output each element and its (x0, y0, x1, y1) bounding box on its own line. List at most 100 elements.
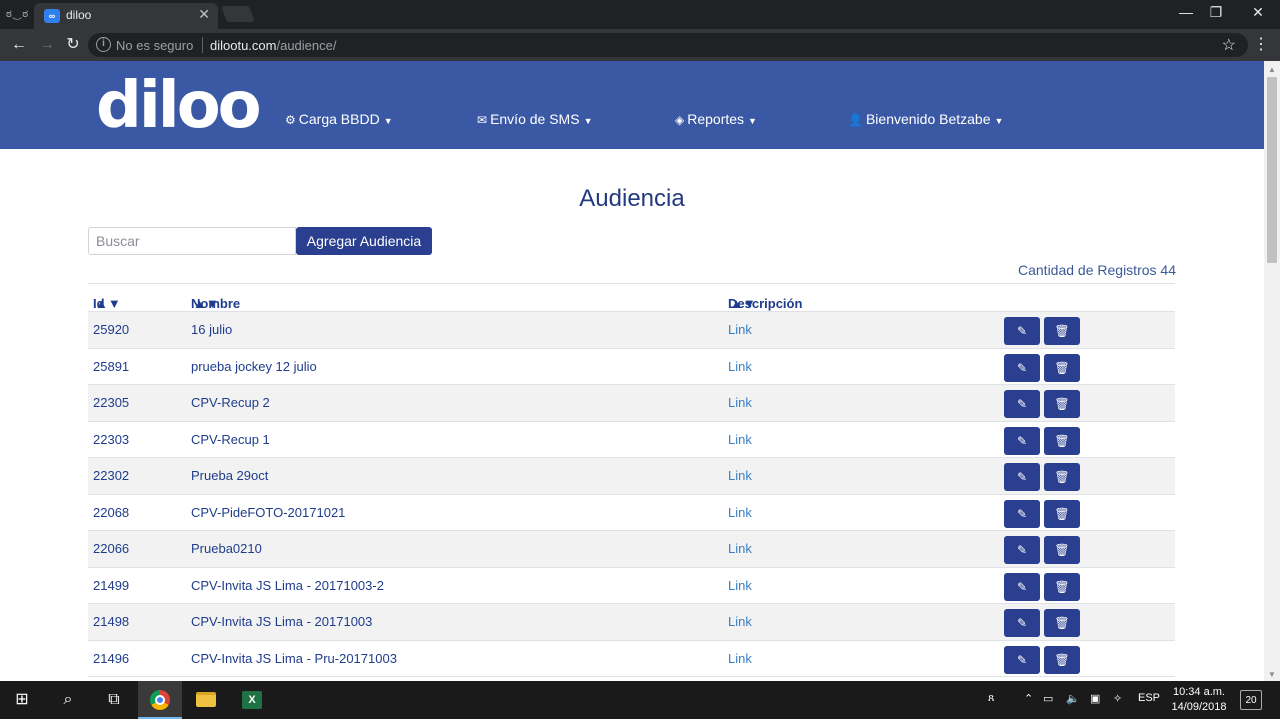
forward-icon[interactable]: → (36, 34, 58, 56)
cell-id: 22305 (93, 395, 130, 410)
notification-center-icon[interactable]: 20 (1240, 690, 1262, 710)
cell-description-link[interactable]: Link (728, 651, 752, 666)
table-row: 21498 CPV-Invita JS Lima - 20171003 Link ✎ 🗑 (88, 604, 1175, 641)
trash-icon[interactable]: 🗑 (1044, 572, 1080, 601)
task-view-icon[interactable]: ⧉ (92, 681, 136, 719)
table-row: 22066 Prueba0210 Link ✎ 🗑 (88, 531, 1175, 568)
cell-id: 22302 (93, 468, 130, 483)
scrollbar-thumb[interactable] (1267, 77, 1277, 263)
browser-tab[interactable]: ∞ diloo ✕ (34, 3, 218, 29)
network-icon[interactable]: ▣ (1090, 692, 1100, 705)
cell-id: 21499 (93, 577, 130, 593)
search-input[interactable] (88, 227, 296, 255)
edit-icon[interactable]: ✎ (1004, 390, 1040, 418)
trash-icon[interactable]: 🗑 (1044, 390, 1080, 418)
table-row: 25891 prueba jockey 12 julio Link ✎ 🗑 (88, 349, 1175, 385)
cell-description-link[interactable]: Link (728, 505, 752, 520)
edit-icon[interactable]: ✎ (1004, 536, 1040, 564)
cell-description-link[interactable]: Link (728, 541, 752, 556)
add-audience-button[interactable]: Agregar Audiencia (296, 227, 432, 255)
trash-icon[interactable]: 🗑 (1044, 426, 1080, 455)
browser-menu-icon[interactable]: ⋮ (1253, 34, 1269, 54)
bookmark-star-icon[interactable]: ☆ (1222, 35, 1236, 55)
reload-icon[interactable]: ↻ (62, 34, 84, 56)
edit-icon[interactable]: ✎ (1004, 609, 1040, 637)
menu-reportes[interactable]: ◈ Reportes ▼ (675, 111, 757, 127)
cell-description-link[interactable]: Link (728, 359, 752, 374)
edit-icon[interactable]: ✎ (1004, 463, 1040, 491)
edit-icon[interactable]: ✎ (1004, 426, 1040, 455)
edit-icon[interactable]: ✎ (1004, 645, 1040, 674)
chrome-taskbar-icon[interactable] (138, 681, 182, 719)
close-window-icon[interactable]: ✕ (1238, 4, 1278, 21)
file-explorer-icon[interactable] (184, 681, 228, 719)
edit-icon[interactable]: ✎ (1004, 317, 1040, 345)
cell-name: CPV-Invita JS Lima - Pru-20171003 (191, 650, 397, 666)
trash-icon[interactable]: 🗑 (1044, 499, 1080, 528)
cell-name: prueba jockey 12 julio (191, 358, 317, 374)
edit-icon[interactable]: ✎ (1004, 572, 1040, 601)
cell-id: 21498 (93, 614, 130, 629)
url-text[interactable]: dilootu.com/audience/ (210, 38, 336, 53)
cell-name: Prueba 29oct (191, 468, 269, 483)
menu-user[interactable]: 👤 Bienvenido Betzabe ▼ (848, 111, 1003, 127)
cell-name: CPV-Invita JS Lima - 20171003-2 (191, 577, 384, 593)
cell-id: 25920 (93, 322, 130, 337)
url-path: /audience/ (276, 38, 337, 53)
restore-icon[interactable]: ❐ (1196, 4, 1236, 21)
incognito-icon: ಠ‿ಠ (6, 8, 29, 20)
chevron-up-icon[interactable]: ⌃ (1024, 692, 1033, 705)
trash-icon[interactable]: 🗑 (1044, 353, 1080, 382)
battery-icon[interactable]: ▭ (1043, 692, 1053, 705)
site-header: diloo ⚙ Carga BBDD ▼ ✉ Envío de SMS ▼ ◈ Repor… (0, 61, 1264, 149)
excel-icon[interactable]: X (230, 681, 274, 719)
cell-description-link[interactable]: Link (728, 468, 752, 483)
cell-description-link[interactable]: Link (728, 395, 752, 410)
trash-icon[interactable]: 🗑 (1044, 317, 1080, 345)
menu-carga-bbdd[interactable]: ⚙ Carga BBDD ▼ (285, 111, 393, 127)
sort-icon[interactable]: ▲▼ (95, 296, 121, 311)
scroll-down-icon[interactable]: ▼ (1268, 670, 1276, 679)
windows-start-icon[interactable]: ⊞ (0, 681, 44, 719)
scroll-up-icon[interactable]: ▲ (1268, 65, 1276, 74)
menu-envio-sms[interactable]: ✉ Envío de SMS ▼ (477, 111, 592, 127)
new-tab-button[interactable] (221, 6, 255, 22)
envelope-icon: ✉ (477, 113, 488, 127)
trash-icon[interactable]: 🗑 (1044, 536, 1080, 564)
gear-icon: ⚙ (285, 113, 296, 127)
table-body: 25920 16 julio Link ✎ 🗑 25891 prueba jockey 12… (88, 312, 1175, 677)
cell-description-link[interactable]: Link (728, 614, 752, 629)
trash-icon[interactable]: 🗑 (1044, 645, 1080, 674)
trash-icon[interactable]: 🗑 (1044, 463, 1080, 491)
edit-icon[interactable]: ✎ (1004, 353, 1040, 382)
menu-label: Reportes (687, 111, 745, 127)
security-label: No es seguro (116, 38, 194, 53)
table-header: Id▲▼ Nombre▲▼ Descripción (Excel)▲▼ (88, 284, 1175, 326)
record-count: Cantidad de Registros 44 (1018, 262, 1176, 278)
cell-description-link[interactable]: Link (728, 578, 752, 593)
cell-id: 22066 (93, 541, 130, 556)
table-row: 22302 Prueba 29oct Link ✎ 🗑 (88, 458, 1175, 495)
table-row: 21496 CPV-Invita JS Lima - Pru-20171003 Li… (88, 641, 1175, 677)
close-tab-icon[interactable]: ✕ (198, 6, 210, 23)
trash-icon[interactable]: 🗑 (1044, 609, 1080, 637)
dropbox-icon[interactable]: ✧ (1113, 692, 1122, 705)
table-row: 22068 CPV-PideFOTO-20171021 Link ✎ 🗑 (88, 495, 1175, 531)
clock[interactable]: 10:34 a.m. 14/09/2018 (1166, 685, 1232, 715)
search-icon[interactable]: ⌕ (46, 681, 90, 719)
language-indicator[interactable]: ESP (1138, 692, 1160, 704)
cell-description-link[interactable]: Link (728, 322, 752, 337)
clock-time: 10:34 a.m. (1173, 686, 1225, 698)
logo[interactable]: diloo (96, 69, 262, 143)
sort-icon[interactable]: ▲▼ (193, 296, 219, 311)
volume-icon[interactable]: 🔈 (1066, 692, 1080, 705)
cube-icon: ◈ (675, 113, 685, 127)
info-icon[interactable]: i (96, 37, 111, 52)
address-bar[interactable]: i No es seguro dilootu.com/audience/ ☆ (88, 33, 1248, 57)
back-icon[interactable]: ← (8, 34, 30, 56)
cell-description-link[interactable]: Link (728, 432, 752, 447)
sort-icon[interactable]: ▲▼ (730, 296, 756, 311)
edit-icon[interactable]: ✎ (1004, 499, 1040, 528)
people-icon[interactable]: ጸ (988, 692, 994, 705)
page-scrollbar[interactable]: ▲ ▼ (1264, 61, 1280, 681)
